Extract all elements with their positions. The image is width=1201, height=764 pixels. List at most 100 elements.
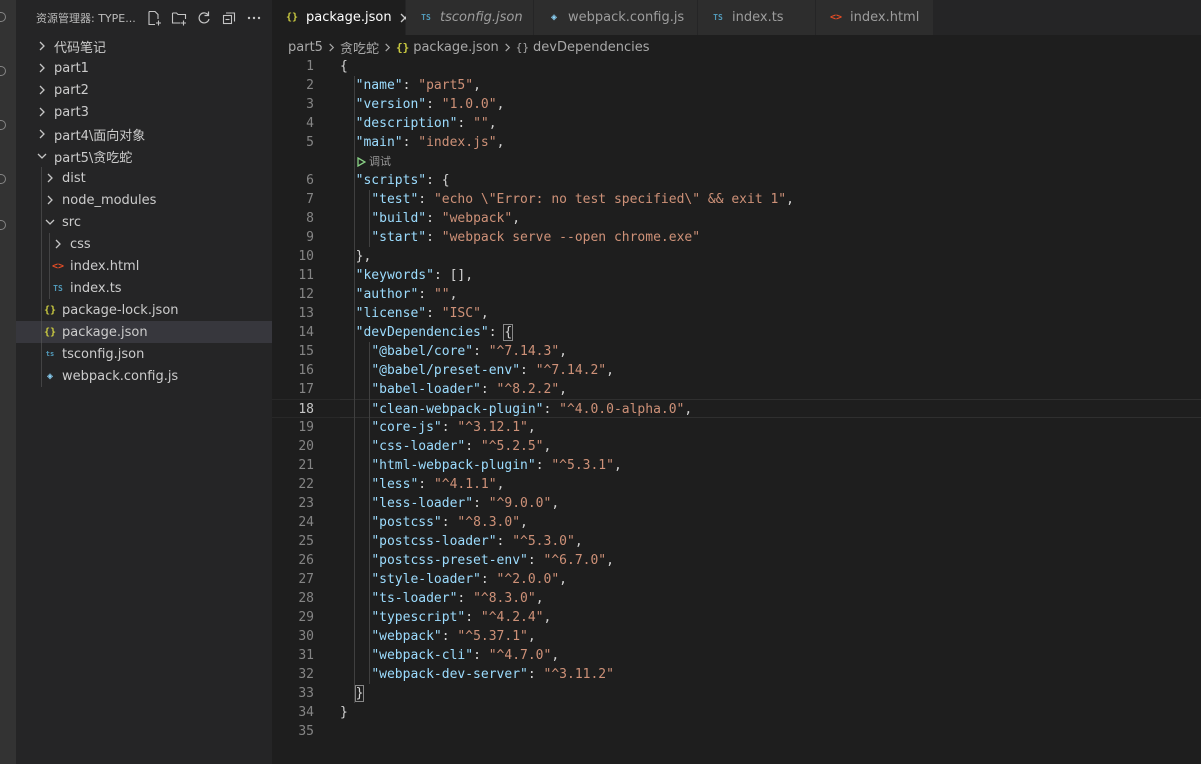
json-file-icon: {}: [43, 326, 57, 338]
line-text: "description": "",: [355, 116, 497, 131]
tab-webpack-config-js[interactable]: ◈ webpack.config.js: [534, 0, 698, 35]
line-number: 26: [298, 553, 314, 568]
chevron-right-icon: [42, 170, 58, 186]
code-line: 4 "description": "",: [272, 114, 1201, 133]
new-folder-icon[interactable]: [170, 9, 188, 27]
chevron-down-icon: [42, 214, 58, 230]
breadcrumb-symbol[interactable]: devDependencies: [533, 40, 649, 55]
line-text: "webpack-dev-server": "^3.11.2": [371, 667, 614, 682]
tree-item-label: part3: [54, 104, 89, 120]
line-number: 34: [298, 705, 314, 720]
line-number: 35: [298, 724, 314, 739]
html-file-icon: <>: [829, 12, 843, 23]
editor-area: {} package.json TS tsconfig.json ◈ webpack.co…: [272, 0, 1201, 764]
code-line: 26 "postcss-preset-env": "^6.7.0",: [272, 551, 1201, 570]
indent-guide: [41, 167, 42, 387]
line-text: }: [354, 685, 365, 702]
extensions-icon[interactable]: [0, 220, 6, 230]
tree-file[interactable]: ts tsconfig.json: [16, 343, 272, 365]
tree-folder[interactable]: part4\面向对象: [16, 123, 272, 145]
breadcrumb-folder[interactable]: part5: [288, 40, 323, 55]
code-line: 2 "name": "part5",: [272, 76, 1201, 95]
tab-label: tsconfig.json: [440, 10, 523, 25]
line-text: }: [340, 705, 348, 720]
code-line: 30 "webpack": "^5.37.1",: [272, 627, 1201, 646]
chevron-right-icon: [50, 236, 66, 252]
refresh-icon[interactable]: [195, 9, 213, 27]
collapse-all-icon[interactable]: [220, 9, 238, 27]
line-text: "postcss-loader": "^5.3.0",: [371, 534, 583, 549]
json-file-icon: {}: [285, 12, 299, 23]
line-text: "clean-webpack-plugin": "^4.0.0-alpha.0"…: [371, 402, 693, 417]
code-line: 19 "core-js": "^3.12.1",: [272, 418, 1201, 437]
source-control-icon[interactable]: [0, 120, 6, 130]
tab-index-html[interactable]: <> index.html: [816, 0, 934, 35]
code-line: 7 "test": "echo \"Error: no test specifi…: [272, 190, 1201, 209]
code-line: 8 "build": "webpack",: [272, 209, 1201, 228]
tree-folder[interactable]: part1: [16, 57, 272, 79]
tree-item-label: 代码笔记: [54, 40, 107, 56]
tree-folder[interactable]: css: [16, 233, 272, 255]
tree-folder[interactable]: 代码笔记: [16, 35, 272, 57]
tree-file[interactable]: {} package.json: [16, 321, 272, 343]
tree-item-label: index.html: [70, 258, 140, 274]
more-actions-icon[interactable]: [245, 9, 263, 27]
breadcrumb-file[interactable]: package.json: [413, 40, 499, 55]
line-text: "start": "webpack serve --open chrome.ex…: [371, 230, 701, 245]
line-number: 12: [298, 287, 314, 302]
code-line: 23 "less-loader": "^9.0.0",: [272, 494, 1201, 513]
tree-folder[interactable]: dist: [16, 167, 272, 189]
line-text: "style-loader": "^2.0.0",: [371, 572, 567, 587]
chevron-right-icon: [503, 42, 512, 52]
explorer-actions: [145, 9, 263, 27]
tab-index-ts[interactable]: TS index.ts: [698, 0, 816, 35]
tree-folder[interactable]: node_modules: [16, 189, 272, 211]
tree-folder[interactable]: part3: [16, 101, 272, 123]
tree-file[interactable]: {} package-lock.json: [16, 299, 272, 321]
code-line: 17 "babel-loader": "^8.2.2",: [272, 380, 1201, 399]
tab-package-json[interactable]: {} package.json: [272, 0, 410, 35]
tree-file[interactable]: <> index.html: [16, 255, 272, 277]
chevron-right-icon: [34, 104, 50, 120]
search-icon[interactable]: [0, 66, 6, 76]
line-number: 33: [298, 686, 314, 701]
code-editor[interactable]: 1{2 "name": "part5", 3 "version": "1.0.0"…: [272, 57, 1201, 764]
explorer-sidebar: 资源管理器: TYPE... 代码笔记 part1 part2 part3 part4\…: [16, 0, 272, 764]
debug-codelens-button[interactable]: 调试: [356, 152, 391, 171]
line-number: 14: [298, 325, 314, 340]
tree-folder[interactable]: part5\贪吃蛇: [16, 145, 272, 167]
explorer-icon[interactable]: [0, 12, 6, 22]
tree-folder[interactable]: src: [16, 211, 272, 233]
run-debug-icon[interactable]: [0, 174, 6, 184]
code-line: 21 "html-webpack-plugin": "^5.3.1",: [272, 456, 1201, 475]
code-line: 1{: [272, 57, 1201, 76]
new-file-icon[interactable]: [145, 9, 163, 27]
json-file-icon: {}: [43, 304, 57, 316]
debug-codelens-label: 调试: [369, 155, 391, 168]
line-text: "postcss": "^8.3.0",: [371, 515, 528, 530]
code-line: 22 "less": "^4.1.1",: [272, 475, 1201, 494]
tree-item-label: index.ts: [70, 280, 122, 296]
tree-item-label: src: [62, 214, 81, 230]
tab-tsconfig-json[interactable]: TS tsconfig.json: [406, 0, 534, 35]
line-text: "typescript": "^4.2.4",: [371, 610, 552, 625]
tab-label: index.ts: [732, 10, 784, 25]
tree-file[interactable]: ◈ webpack.config.js: [16, 365, 272, 387]
code-line: 20 "css-loader": "^5.2.5",: [272, 437, 1201, 456]
line-number: 27: [298, 572, 314, 587]
line-number: 15: [298, 344, 314, 359]
line-text: "less": "^4.1.1",: [371, 477, 505, 492]
tree-folder[interactable]: part2: [16, 79, 272, 101]
tree-item-label: package-lock.json: [62, 302, 179, 318]
code-line: 27 "style-loader": "^2.0.0",: [272, 570, 1201, 589]
chevron-right-icon: [34, 38, 50, 54]
code-line: 6 "scripts": {: [272, 171, 1201, 190]
code-line: 24 "postcss": "^8.3.0",: [272, 513, 1201, 532]
line-text: "postcss-preset-env": "^6.7.0",: [371, 553, 614, 568]
tree-item-label: node_modules: [62, 192, 157, 208]
line-text: "devDependencies": {: [355, 324, 514, 341]
code-line: 10 },: [272, 247, 1201, 266]
code-line: 16 "@babel/preset-env": "^7.14.2",: [272, 361, 1201, 380]
tree-file[interactable]: TS index.ts: [16, 277, 272, 299]
breadcrumb-subfolder[interactable]: 贪吃蛇: [340, 38, 379, 57]
